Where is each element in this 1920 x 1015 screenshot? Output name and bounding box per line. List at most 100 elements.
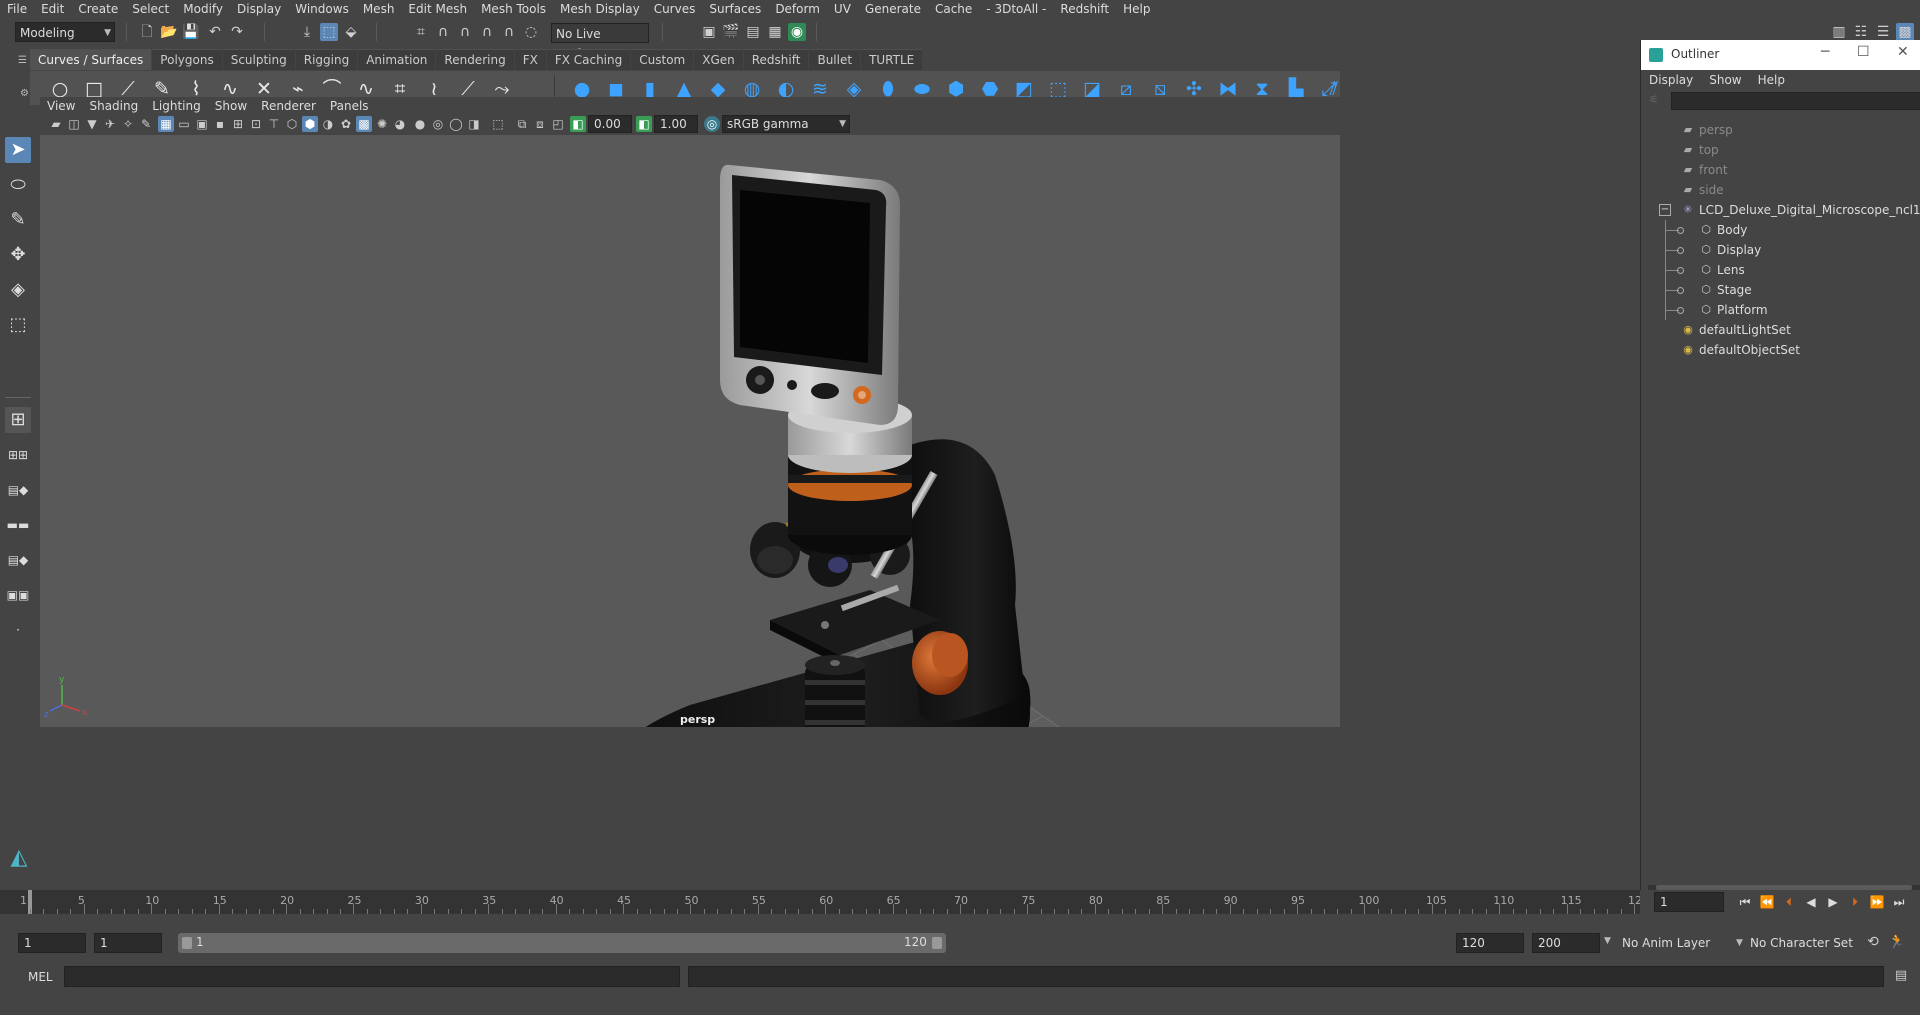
shelf-tab-sculpting[interactable]: Sculpting: [222, 49, 295, 70]
outliner-item[interactable]: − ✳ LCD_Deluxe_Digital_Microscope_ncl1_1: [1641, 200, 1920, 220]
outliner-menu-display[interactable]: Display: [1641, 73, 1701, 87]
outliner-menu-help[interactable]: Help: [1750, 73, 1793, 87]
color-space-dropdown[interactable]: sRGB gamma ▼: [722, 115, 850, 133]
shelf-tab-curves-surfaces[interactable]: Curves / Surfaces: [30, 49, 152, 70]
live-surface-field[interactable]: No Live Surface: [551, 23, 649, 61]
menu-create[interactable]: Create: [71, 0, 125, 19]
hypershade-layout-icon[interactable]: ▤◆: [5, 547, 31, 573]
maximize-icon[interactable]: ☐: [1857, 44, 1870, 60]
use-all-lights-icon[interactable]: ✺: [374, 116, 390, 132]
multisample-aa-icon[interactable]: ◯: [448, 116, 464, 132]
menu-edit-mesh[interactable]: Edit Mesh: [401, 0, 474, 19]
safe-action-icon[interactable]: ⊡: [248, 116, 264, 132]
menu-edit[interactable]: Edit: [34, 0, 71, 19]
rotate-tool-icon[interactable]: ◈: [5, 277, 31, 303]
outliner-item[interactable]: ⬡ Lens: [1641, 260, 1920, 280]
menu-curves[interactable]: Curves: [647, 0, 703, 19]
character-set-dropdown[interactable]: No Character Set: [1750, 933, 1862, 953]
snap-curve-icon[interactable]: ∩: [434, 23, 452, 41]
shelf-tab-animation[interactable]: Animation: [358, 49, 436, 70]
snap-view-plane-icon[interactable]: ∩: [500, 23, 518, 41]
step-back-key-icon[interactable]: ⏪: [1758, 893, 1776, 911]
shadows-icon[interactable]: ◕: [392, 116, 408, 132]
film-gate-icon[interactable]: ▭: [176, 116, 192, 132]
color-management-icon[interactable]: ◎: [704, 116, 720, 132]
undo-icon[interactable]: ↶: [206, 23, 224, 41]
shelf-menu-icon[interactable]: ☰: [18, 55, 28, 69]
go-to-start-icon[interactable]: ⏮: [1736, 893, 1754, 911]
anim-layer-dropdown[interactable]: No Anim Layer ▼: [1622, 933, 1743, 953]
2d-pan-zoom-icon[interactable]: ✧: [120, 116, 136, 132]
chevron-down-icon[interactable]: ▼: [1604, 936, 1611, 946]
shelf-tab-rendering[interactable]: Rendering: [436, 49, 514, 70]
perspective-outliner-layout-icon[interactable]: ▤◆: [5, 477, 31, 503]
search-options-icon[interactable]: ⚟: [1649, 93, 1663, 107]
scale-tool-icon[interactable]: ⬚: [5, 312, 31, 338]
collapse-icon[interactable]: −: [1659, 204, 1671, 216]
shelf-tab-xgen[interactable]: XGen: [694, 49, 743, 70]
four-view-layout-icon[interactable]: ⊞⊞: [5, 442, 31, 468]
outliner-search-input[interactable]: [1671, 92, 1920, 110]
shelf-tab-fx[interactable]: FX: [514, 49, 546, 70]
auto-key-icon[interactable]: ⟲: [1864, 934, 1882, 952]
shelf-tab-polygons[interactable]: Polygons: [152, 49, 222, 70]
outliner-item[interactable]: ◉ defaultLightSet: [1641, 320, 1920, 340]
go-to-end-icon[interactable]: ⏭: [1890, 893, 1908, 911]
menu-mesh-display[interactable]: Mesh Display: [553, 0, 647, 19]
smooth-shade-icon[interactable]: ⬢: [302, 116, 318, 132]
start-frame-field[interactable]: 1: [18, 933, 86, 953]
end-frame-field[interactable]: 200: [1532, 933, 1600, 953]
viewport-menu-view[interactable]: View: [40, 99, 82, 113]
menu-deform[interactable]: Deform: [768, 0, 827, 19]
ipr-render-icon[interactable]: ▤: [744, 23, 762, 41]
menu-surfaces[interactable]: Surfaces: [702, 0, 768, 19]
minimize-icon[interactable]: ─: [1821, 44, 1829, 60]
workspace-icon[interactable]: ▥: [1830, 23, 1848, 41]
menu-redshift[interactable]: Redshift: [1053, 0, 1116, 19]
bookmark-icon[interactable]: ▼: [84, 116, 100, 132]
shelf-tab-custom[interactable]: Custom: [631, 49, 694, 70]
menu-mesh-tools[interactable]: Mesh Tools: [474, 0, 553, 19]
command-input[interactable]: [64, 966, 680, 987]
viewport-menu-shading[interactable]: Shading: [82, 99, 145, 113]
outliner-item[interactable]: ⬡ Stage: [1641, 280, 1920, 300]
viewport-menu-lighting[interactable]: Lighting: [145, 99, 208, 113]
menu-help[interactable]: Help: [1116, 0, 1157, 19]
select-hierarchy-icon[interactable]: ⤓: [298, 23, 316, 41]
step-back-frame-icon[interactable]: ⏴: [1780, 893, 1798, 911]
single-perspective-layout-icon[interactable]: ⊞: [5, 407, 31, 433]
script-editor-icon[interactable]: ▤: [1892, 968, 1910, 986]
outliner-item[interactable]: ▰ front: [1641, 160, 1920, 180]
viewport-persp[interactable]: y x z persp: [40, 135, 1340, 727]
xray-icon[interactable]: ⧉: [514, 116, 530, 132]
menu-generate[interactable]: Generate: [858, 0, 928, 19]
shelf-tab-turtle[interactable]: TURTLE: [861, 49, 923, 70]
current-frame-field[interactable]: 1: [1654, 892, 1724, 912]
playback-end-field[interactable]: 120: [1456, 933, 1524, 953]
exposure-field[interactable]: 0.00: [588, 115, 632, 133]
save-scene-icon[interactable]: 💾: [182, 23, 200, 41]
shelf-tab-bullet[interactable]: Bullet: [809, 49, 861, 70]
menu-modify[interactable]: Modify: [176, 0, 230, 19]
visibility-dot-icon[interactable]: [1677, 227, 1684, 234]
render-settings-icon[interactable]: ▣: [700, 23, 718, 41]
grid-icon[interactable]: ▦: [158, 116, 174, 132]
menu-select[interactable]: Select: [125, 0, 176, 19]
screen-space-ao-icon[interactable]: ●: [412, 116, 428, 132]
range-start-handle[interactable]: [182, 937, 192, 949]
shelf-settings-icon[interactable]: ⚙: [20, 88, 30, 102]
gamma-field[interactable]: 1.00: [654, 115, 698, 133]
open-scene-icon[interactable]: 📂: [160, 23, 178, 41]
resolution-gate-icon[interactable]: ▣: [194, 116, 210, 132]
new-scene-icon[interactable]: 🗋: [138, 23, 156, 41]
outliner-item[interactable]: ▰ persp: [1641, 120, 1920, 140]
visibility-dot-icon[interactable]: [1677, 247, 1684, 254]
isolate-select-icon[interactable]: ⬚: [490, 116, 506, 132]
play-backwards-icon[interactable]: ◀: [1802, 893, 1820, 911]
depth-of-field-icon[interactable]: ◨: [466, 116, 482, 132]
wireframe-icon[interactable]: ⬡: [284, 116, 300, 132]
layout-more-icon[interactable]: ·: [5, 617, 31, 643]
viewport-menu-panels[interactable]: Panels: [323, 99, 376, 113]
paint-select-tool-icon[interactable]: ✎: [5, 207, 31, 233]
gate-mask-icon[interactable]: ▪: [212, 116, 228, 132]
